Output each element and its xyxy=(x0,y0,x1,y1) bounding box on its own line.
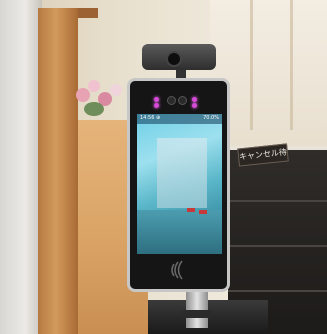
camera-dot-icon xyxy=(178,96,187,105)
flower-leaves xyxy=(84,102,104,116)
ir-led xyxy=(192,97,197,102)
white-pillar xyxy=(0,0,42,334)
counter-stripe xyxy=(228,245,327,247)
screen-status-right: 70.0% xyxy=(203,115,219,121)
device-stand-pole xyxy=(186,288,208,328)
flower xyxy=(76,88,90,102)
counter-stripe xyxy=(228,200,327,202)
wall-stripe xyxy=(290,0,293,130)
stand-ring xyxy=(182,310,212,318)
device-screen: 14:56 ⊕ 70.0% xyxy=(137,114,222,254)
screen-red-object xyxy=(187,208,195,212)
photo-scene: キャンセル待 14:56 ⊕ 70.0% xyxy=(0,0,327,334)
screen-red-object xyxy=(199,210,207,214)
counter-stripe xyxy=(228,290,327,292)
ir-led xyxy=(192,103,197,108)
ir-led xyxy=(154,97,159,102)
screen-status-left: 14:56 ⊕ xyxy=(140,115,161,121)
flower xyxy=(110,84,122,96)
camera-lens-icon xyxy=(166,51,182,67)
flower xyxy=(88,80,100,92)
screen-building xyxy=(157,138,207,208)
nfc-icon xyxy=(171,260,183,280)
screen-floor xyxy=(137,210,222,254)
ir-led xyxy=(154,103,159,108)
wood-door-frame xyxy=(38,8,78,334)
wall-stripe xyxy=(250,0,253,130)
camera-dot-icon xyxy=(167,96,176,105)
